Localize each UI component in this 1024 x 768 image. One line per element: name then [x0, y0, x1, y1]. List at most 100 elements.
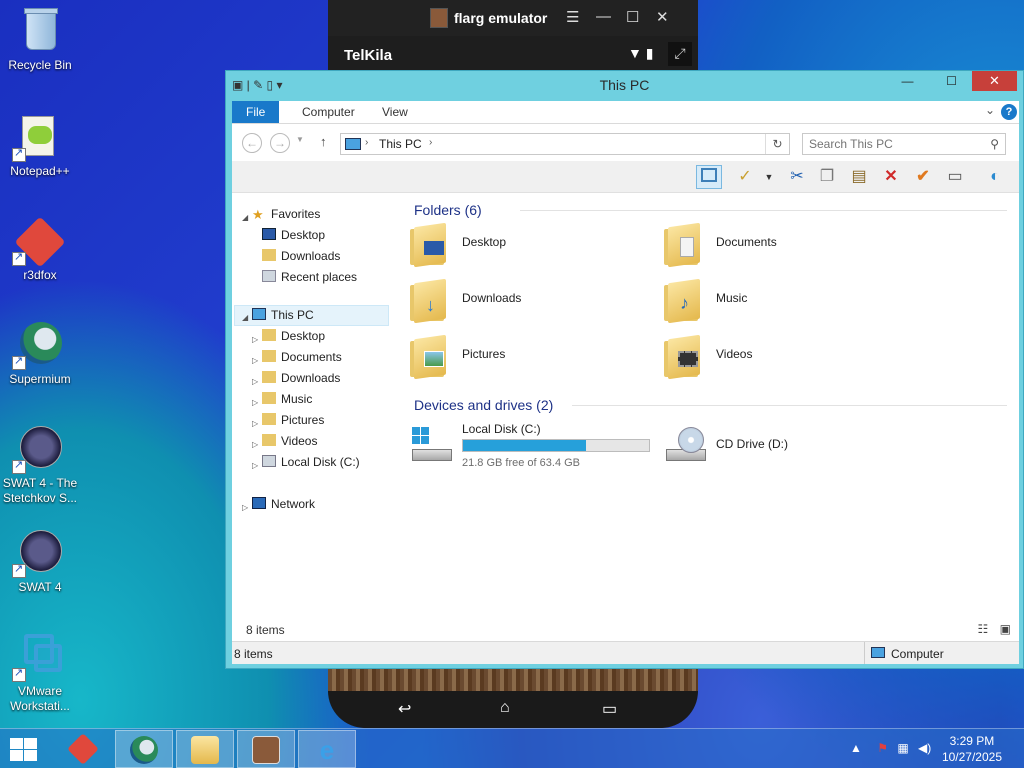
clock[interactable]: 3:29 PM 10/27/2025 — [942, 733, 1002, 765]
expand-arrow-icon[interactable]: ▷ — [252, 440, 258, 449]
details-view-icon[interactable]: ☷ — [978, 622, 989, 636]
expand-arrow-icon[interactable]: ▷ — [242, 503, 248, 512]
home-button[interactable]: ⌂ — [500, 699, 510, 717]
search-box[interactable]: ⚲ — [802, 133, 1006, 155]
expand-arrow-icon[interactable]: ▷ — [252, 377, 258, 386]
maximize-button[interactable]: ☐ — [938, 71, 965, 91]
nav-this-pc[interactable]: This PC — [252, 305, 314, 326]
explorer-titlebar[interactable]: ▣ | ✎ ▯ ▾ This PC — ☐ ✕ — [226, 71, 1023, 99]
nav-favorites-recent-places[interactable]: Recent places — [262, 267, 357, 288]
cut-icon[interactable]: ✂ — [784, 165, 810, 189]
desktop-icon-recycle-bin[interactable]: Recycle Bin — [0, 6, 80, 73]
menu-icon[interactable]: ☰ — [566, 8, 579, 26]
taskbar-supermium[interactable] — [115, 730, 173, 768]
nav-network[interactable]: Network — [252, 494, 315, 515]
back-button[interactable]: ← — [242, 133, 262, 153]
nav-pc-music[interactable]: Music — [262, 389, 312, 410]
tab-view[interactable]: View — [368, 101, 422, 123]
recents-button[interactable]: ▭ — [602, 699, 617, 719]
folder-tile-desktop[interactable]: Desktop — [410, 219, 650, 271]
properties-icon[interactable]: ✓ — [732, 165, 758, 189]
rename-check-icon[interactable]: ✔ — [910, 165, 936, 189]
group-divider — [520, 210, 1007, 211]
chevron-down-icon[interactable]: ⌄ — [985, 103, 995, 117]
expand-arrow-icon[interactable]: ▷ — [252, 356, 258, 365]
folder-tile-documents[interactable]: Documents — [664, 219, 904, 271]
taskbar-file-explorer[interactable] — [176, 730, 234, 768]
close-button[interactable]: ✕ — [656, 8, 669, 26]
drives-group-header[interactable]: Devices and drives (2) — [414, 397, 553, 413]
maximize-button[interactable]: ☐ — [626, 8, 639, 26]
expand-arrow-icon[interactable]: ▷ — [252, 461, 258, 470]
large-icons-view-icon[interactable]: ▣ — [1000, 622, 1011, 636]
address-bar[interactable]: › This PC › ↻ — [340, 133, 790, 155]
nav-favorites[interactable]: ★ Favorites — [252, 204, 320, 225]
minimize-button[interactable]: — — [596, 8, 611, 25]
nav-pc-documents[interactable]: Documents — [262, 347, 342, 368]
rename-icon[interactable]: ▭ — [942, 165, 968, 189]
tab-file[interactable]: File — [232, 101, 280, 123]
folders-group-header[interactable]: Folders (6) — [414, 202, 482, 218]
drive-usage-fill — [463, 440, 586, 451]
nav-favorites-desktop[interactable]: Desktop — [262, 225, 325, 246]
refresh-icon[interactable]: ↻ — [765, 134, 789, 154]
emulator-titlebar[interactable]: flarg emulator ☰ — ☐ ✕ — [328, 0, 698, 36]
search-icon[interactable]: ⚲ — [990, 137, 999, 151]
view-toggle: ☷ ▣ — [978, 622, 1011, 636]
taskbar-internet-explorer[interactable]: e — [298, 730, 356, 768]
desktop-icon-r3dfox[interactable]: r3dfox — [0, 216, 80, 283]
nav-pc-videos[interactable]: Videos — [262, 431, 317, 452]
desktop-icon-notepadpp[interactable]: Notepad++ — [0, 112, 80, 179]
fullscreen-icon[interactable]: ⤢ — [668, 42, 692, 66]
collapse-arrow-icon[interactable]: ◢ — [242, 313, 248, 322]
forward-button[interactable]: → — [270, 133, 290, 153]
network-shell-icon[interactable]: ◐ — [982, 165, 1008, 189]
action-center-icon[interactable]: ⚑ — [877, 741, 888, 755]
drive-tile-d[interactable]: CD Drive (D:) — [664, 421, 904, 471]
paste-icon[interactable]: ▤ — [846, 165, 872, 189]
desktop-icon-label: Supermium — [9, 372, 71, 386]
folder-tile-music[interactable]: ♪ Music — [664, 275, 904, 327]
search-input[interactable] — [803, 134, 973, 154]
start-button[interactable] — [8, 737, 38, 761]
recent-locations-chevron-icon[interactable]: ▼ — [296, 135, 304, 144]
network-status-icon[interactable]: ▦ — [897, 741, 908, 755]
breadcrumb-separator-icon[interactable]: › — [429, 137, 432, 148]
nav-pc-downloads[interactable]: Downloads — [262, 368, 340, 389]
expand-arrow-icon[interactable]: ▷ — [252, 335, 258, 344]
nav-favorites-downloads[interactable]: Downloads — [262, 246, 340, 267]
help-icon[interactable]: ? — [1001, 104, 1017, 120]
show-hidden-icons-icon[interactable]: ▲ — [850, 741, 862, 755]
expand-arrow-icon[interactable]: ▷ — [252, 419, 258, 428]
up-button[interactable]: ↑ — [320, 134, 327, 149]
folder-tile-downloads[interactable]: ↓ Downloads — [410, 275, 650, 327]
properties-dropdown-icon[interactable]: ▼ — [756, 165, 782, 189]
desktop-icon-vmware[interactable]: VMware Workstati... — [0, 632, 80, 714]
folder-tile-videos[interactable]: Videos — [664, 331, 904, 383]
expand-arrow-icon[interactable]: ▷ — [252, 398, 258, 407]
group-divider — [572, 405, 1007, 406]
drive-name: Local Disk (C:) — [462, 422, 541, 436]
minimize-button[interactable]: — — [894, 71, 921, 91]
desktop-icon-supermium[interactable]: Supermium — [0, 320, 80, 387]
volume-icon[interactable]: ◀) — [918, 741, 931, 755]
drive-tile-c[interactable]: Local Disk (C:) 21.8 GB free of 63.4 GB — [410, 421, 650, 471]
pictures-folder-icon — [410, 334, 448, 380]
back-button[interactable]: ↩ — [398, 699, 411, 719]
taskbar-r3dfox[interactable] — [54, 730, 112, 768]
nav-pc-local-disk[interactable]: Local Disk (C:) — [262, 452, 360, 473]
nav-pc-desktop[interactable]: Desktop — [262, 326, 325, 347]
tab-computer[interactable]: Computer — [288, 101, 369, 123]
folder-tile-pictures[interactable]: Pictures — [410, 331, 650, 383]
desktop-icon-swat4[interactable]: SWAT 4 — [0, 528, 80, 595]
copy-icon[interactable]: ❐ — [814, 165, 840, 189]
collapse-arrow-icon[interactable]: ◢ — [242, 213, 248, 222]
preview-pane-icon[interactable] — [696, 165, 722, 189]
delete-icon[interactable]: ✕ — [878, 165, 904, 189]
item-count: 8 items — [246, 623, 285, 637]
nav-label: Desktop — [281, 329, 326, 343]
nav-pc-pictures[interactable]: Pictures — [262, 410, 324, 431]
desktop-icon-swat4-stetchkov[interactable]: SWAT 4 - The Stetchkov S... — [0, 424, 80, 506]
close-button[interactable]: ✕ — [972, 71, 1017, 91]
taskbar-flarg-emulator[interactable] — [237, 730, 295, 768]
